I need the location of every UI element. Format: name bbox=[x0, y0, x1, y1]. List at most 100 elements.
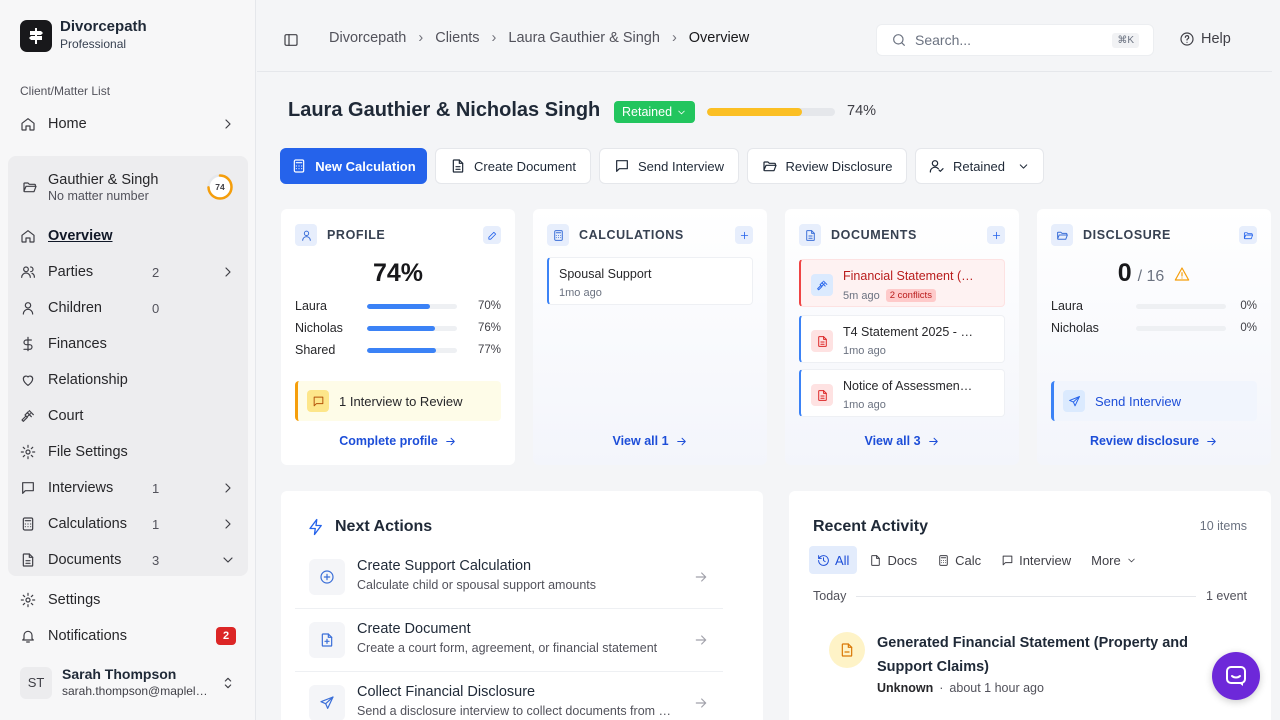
documents-card: DOCUMENTS Financial Statement (Property … bbox=[785, 209, 1019, 465]
party-name: Laura bbox=[295, 299, 327, 313]
interview-review-alert[interactable]: 1 Interview to Review bbox=[295, 381, 501, 421]
card-title: DOCUMENTS bbox=[831, 228, 917, 242]
document-item[interactable]: T4 Statement 2025 - Laura Gauthier 1mo a… bbox=[799, 315, 1005, 363]
button-label: Review Disclosure bbox=[785, 158, 893, 174]
arrow-right-icon bbox=[446, 437, 455, 445]
help-button[interactable]: Help bbox=[1179, 31, 1231, 47]
folder-open-icon bbox=[1051, 224, 1073, 246]
chevron-down-icon bbox=[1128, 558, 1135, 562]
status-badge[interactable]: Retained bbox=[614, 101, 696, 123]
breadcrumb-item[interactable]: Laura Gauthier & Singh bbox=[508, 30, 660, 46]
filter-label: All bbox=[835, 552, 850, 568]
breadcrumb-item[interactable]: Divorcepath bbox=[329, 30, 406, 46]
send-interview-button[interactable]: Send Interview bbox=[599, 148, 739, 184]
help-label: Help bbox=[1201, 31, 1231, 47]
next-action-item[interactable]: Collect Financial Disclosure Send a disc… bbox=[295, 673, 723, 720]
chevrons-up-down-icon bbox=[224, 677, 232, 688]
button-label: Retained bbox=[952, 158, 1006, 174]
calculation-item[interactable]: Spousal Support 1mo ago bbox=[547, 257, 753, 305]
new-calculation-button[interactable]: New Calculation bbox=[280, 148, 427, 184]
sidebar-item-calculations[interactable]: Calculations 1 bbox=[8, 508, 248, 540]
sidebar-item-settings[interactable]: Settings bbox=[8, 584, 248, 616]
add-calculation-button[interactable] bbox=[735, 226, 753, 244]
brand[interactable]: Divorcepath Professional bbox=[20, 19, 147, 52]
open-disclosure-button[interactable] bbox=[1239, 226, 1257, 244]
filter-label: Docs bbox=[887, 552, 918, 568]
sidebar-item-overview[interactable]: Overview bbox=[8, 220, 248, 252]
progress-bar bbox=[1136, 325, 1226, 331]
search-input[interactable]: Search... ⌘K bbox=[876, 24, 1154, 56]
document-title: T4 Statement 2025 - Laura Gauthier bbox=[843, 325, 975, 339]
sidebar-item-court[interactable]: Court bbox=[8, 400, 248, 432]
progress-bar bbox=[367, 303, 457, 309]
support-chat-button[interactable] bbox=[1212, 652, 1260, 700]
filter-more[interactable]: More bbox=[1083, 546, 1145, 574]
view-all-documents-link[interactable]: View all 3 bbox=[785, 434, 1019, 448]
activity-title[interactable]: Generated Financial Statement (Property … bbox=[877, 631, 1207, 679]
document-item[interactable]: Notice of Assessment 2024 1mo ago bbox=[799, 369, 1005, 417]
create-document-button[interactable]: Create Document bbox=[435, 148, 591, 184]
calculator-icon bbox=[294, 159, 305, 173]
user-icon bbox=[22, 302, 34, 315]
sidebar-item-file-settings[interactable]: File Settings bbox=[8, 436, 248, 468]
user-icon bbox=[295, 224, 317, 246]
next-actions-panel: Next Actions Create Support Calculation … bbox=[281, 491, 763, 720]
document-item[interactable]: Financial Statement (Property and Suppor… bbox=[799, 259, 1005, 307]
matter-header[interactable]: Gauthier & Singh No matter number bbox=[22, 172, 158, 204]
plus-circle-icon bbox=[309, 559, 345, 595]
user-name: Sarah Thompson bbox=[62, 666, 177, 682]
sidebar-item-label: Court bbox=[48, 408, 84, 424]
activity-filters: All Docs Calc Interview More bbox=[809, 546, 1145, 574]
file-text-icon bbox=[22, 553, 34, 567]
group-count: 1 event bbox=[1205, 589, 1247, 603]
review-disclosure-link[interactable]: Review disclosure bbox=[1037, 434, 1271, 448]
sidebar-item-documents[interactable]: Documents 3 bbox=[8, 544, 248, 576]
add-document-button[interactable] bbox=[987, 226, 1005, 244]
document-title: Notice of Assessment 2024 bbox=[843, 379, 975, 393]
panel-title: Recent Activity bbox=[813, 518, 928, 536]
sidebar-item-parties[interactable]: Parties 2 bbox=[8, 256, 248, 288]
next-action-item[interactable]: Create Document Create a court form, agr… bbox=[295, 610, 723, 672]
chat-icon bbox=[1226, 666, 1246, 686]
status-select[interactable]: Retained bbox=[915, 148, 1044, 184]
link-label: Send Interview bbox=[1095, 393, 1181, 409]
matter-score: 74 bbox=[215, 182, 225, 192]
notification-badge: 2 bbox=[216, 627, 236, 645]
next-action-item[interactable]: Create Support Calculation Calculate chi… bbox=[295, 547, 723, 609]
sidebar-item-children[interactable]: Children 0 bbox=[8, 292, 248, 324]
button-label: Create Document bbox=[474, 158, 576, 174]
activity-actor: Unknown bbox=[877, 681, 934, 695]
filter-docs[interactable]: Docs bbox=[861, 546, 925, 574]
progress-fill bbox=[367, 303, 430, 309]
complete-profile-link[interactable]: Complete profile bbox=[281, 434, 515, 448]
sidebar-item-home[interactable]: Home bbox=[8, 108, 248, 140]
send-interview-link[interactable]: Send Interview bbox=[1051, 381, 1257, 421]
breadcrumb-item[interactable]: Clients bbox=[435, 30, 479, 46]
calculations-card: CALCULATIONS Spousal Support 1mo ago Vie… bbox=[533, 209, 767, 465]
sidebar-item-relationship[interactable]: Relationship bbox=[8, 364, 248, 396]
sidebar-item-label: Documents bbox=[48, 552, 122, 568]
send-icon bbox=[309, 685, 345, 720]
action-title: Collect Financial Disclosure bbox=[357, 684, 536, 700]
sidebar-item-finances[interactable]: Finances bbox=[8, 328, 248, 360]
filter-all[interactable]: All bbox=[809, 546, 858, 574]
warning-icon bbox=[1175, 266, 1190, 281]
progress-percent: 74% bbox=[847, 103, 877, 119]
review-disclosure-button[interactable]: Review Disclosure bbox=[747, 148, 907, 184]
sidebar-item-notifications[interactable]: Notifications 2 bbox=[8, 620, 248, 652]
view-all-calculations-link[interactable]: View all 1 bbox=[533, 434, 767, 448]
sidebar-item-label: File Settings bbox=[48, 444, 128, 460]
progress-fill bbox=[707, 108, 802, 116]
sidebar-item-interviews[interactable]: Interviews 1 bbox=[8, 472, 248, 504]
user-menu[interactable]: ST Sarah Thompson sarah.thompson@maplele… bbox=[20, 666, 240, 699]
matter-score-ring: 74 bbox=[206, 173, 234, 201]
brand-name: Divorcepath bbox=[60, 18, 147, 35]
filter-interview[interactable]: Interview bbox=[993, 546, 1079, 574]
sidebar-item-label: Calculations bbox=[48, 516, 127, 532]
filter-calc[interactable]: Calc bbox=[929, 546, 989, 574]
breadcrumb-current: Overview bbox=[688, 30, 750, 46]
sidebar-item-count: 3 bbox=[152, 552, 160, 568]
sidebar-toggle-icon[interactable] bbox=[283, 32, 299, 48]
pencil-icon bbox=[487, 231, 496, 240]
edit-profile-button[interactable] bbox=[483, 226, 501, 244]
